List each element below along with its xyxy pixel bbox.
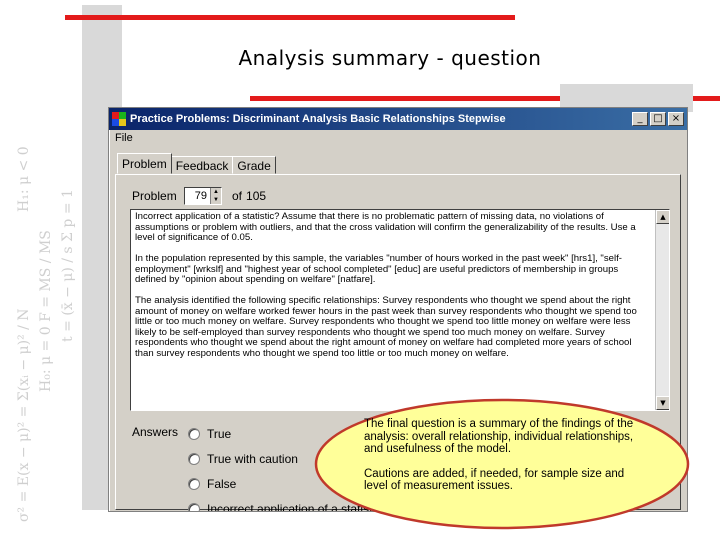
problem-selector-row: Problem 79 ▲ ▼ of 105 — [132, 187, 266, 205]
callout-text: The final question is a summary of the f… — [364, 418, 634, 505]
stepper-up-icon[interactable]: ▲ — [211, 188, 221, 196]
problem-text-paragraph: The analysis identified the following sp… — [135, 295, 637, 359]
tab-strip: Problem Feedback Grade — [117, 153, 276, 174]
callout-note: The final question is a summary of the f… — [312, 398, 692, 536]
decorative-red-line-top — [65, 15, 515, 20]
tab-grade[interactable]: Grade — [232, 156, 276, 174]
stepper-down-icon[interactable]: ▼ — [211, 196, 221, 204]
radio-button[interactable] — [188, 428, 200, 440]
problem-total: 105 — [246, 189, 267, 203]
menu-bar: File — [109, 130, 687, 148]
answers-label: Answers — [132, 425, 179, 439]
radio-button[interactable] — [188, 478, 200, 490]
answer-label: True — [207, 427, 232, 441]
vertical-scrollbar[interactable]: ▲ ▼ — [655, 210, 669, 410]
problem-number-value[interactable]: 79 — [185, 188, 210, 204]
problem-number-stepper[interactable]: 79 ▲ ▼ — [184, 187, 222, 205]
window-title: Practice Problems: Discriminant Analysis… — [130, 113, 506, 125]
callout-paragraph: Cautions are added, if needed, for sampl… — [364, 467, 625, 493]
maximize-button[interactable]: □ — [650, 112, 666, 126]
menu-file[interactable]: File — [115, 132, 133, 144]
problem-text-paragraph: In the population represented by this sa… — [135, 253, 622, 285]
problem-text-paragraph: Incorrect application of a statistic? As… — [135, 211, 636, 243]
of-label: of — [232, 189, 243, 203]
window-titlebar[interactable]: Practice Problems: Discriminant Analysis… — [109, 108, 687, 130]
answer-label: True with caution — [207, 452, 298, 466]
problem-text: Incorrect application of a statistic? As… — [135, 211, 649, 370]
decorative-math-watermark: σ² = E(x − μ)² = Σ(xᵢ − μ)² / N H₀: μ = … — [16, 146, 76, 522]
tab-feedback[interactable]: Feedback — [170, 156, 234, 174]
scroll-up-icon[interactable]: ▲ — [656, 210, 669, 224]
problem-text-box[interactable]: Incorrect application of a statistic? As… — [130, 209, 670, 411]
answer-option-true[interactable]: True — [188, 427, 231, 441]
answer-option-true-with-caution[interactable]: True with caution — [188, 452, 298, 466]
radio-button[interactable] — [188, 453, 200, 465]
answer-option-false[interactable]: False — [188, 477, 236, 491]
callout-paragraph: The final question is a summary of the f… — [364, 418, 634, 455]
stepper-arrows[interactable]: ▲ ▼ — [210, 188, 221, 204]
minimize-button[interactable]: _ — [632, 112, 648, 126]
problem-label: Problem — [132, 189, 177, 203]
radio-button[interactable] — [188, 503, 200, 511]
app-icon — [112, 112, 126, 126]
answer-label: False — [207, 477, 237, 491]
tab-problem[interactable]: Problem — [117, 153, 172, 174]
close-button[interactable]: × — [668, 112, 684, 126]
slide-title: Analysis summary - question — [238, 46, 542, 70]
